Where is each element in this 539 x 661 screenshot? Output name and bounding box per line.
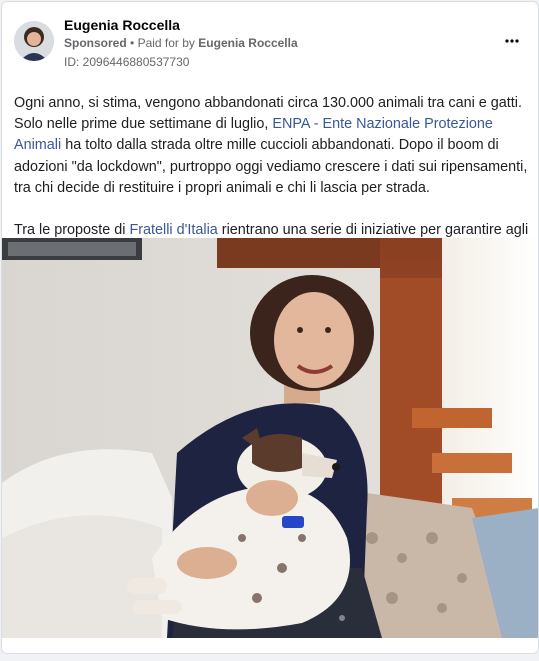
photo-woman-with-dog — [2, 238, 538, 638]
body-text-segment: ha tolto dalla strada oltre mille cuccio… — [14, 137, 528, 196]
more-options-button[interactable] — [498, 30, 526, 52]
card-footer — [2, 638, 538, 653]
separator-dot: • — [130, 36, 135, 50]
advertiser-name[interactable]: Eugenia Roccella — [64, 17, 180, 33]
sponsorship-line: Sponsored • Paid for by Eugenia Roccella — [64, 36, 298, 50]
ad-card: Eugenia Roccella Sponsored • Paid for by… — [1, 1, 539, 654]
more-horizontal-icon — [505, 39, 519, 43]
ad-id: ID: 2096446880537730 — [64, 55, 190, 69]
body-text-segment: Tra le proposte di — [14, 222, 126, 239]
sponsored-label: Sponsored — [64, 36, 127, 50]
paid-for-name: Eugenia Roccella — [198, 36, 298, 50]
body-paragraph-1: Ogni anno, si stima, vengono abbandonati… — [14, 93, 528, 199]
avatar[interactable] — [14, 21, 54, 61]
ad-image[interactable] — [2, 238, 538, 638]
fratelli-italia-link[interactable]: Fratelli d'Italia — [129, 222, 217, 238]
body-text-segment: rientrano una serie di iniziative per ga… — [221, 222, 528, 239]
profile-photo — [14, 21, 54, 61]
ad-header: Eugenia Roccella Sponsored • Paid for by… — [2, 2, 538, 82]
paid-for-prefix: Paid for by — [137, 36, 195, 50]
ad-body-text: Ogni anno, si stima, vengono abbandonati… — [14, 93, 528, 241]
